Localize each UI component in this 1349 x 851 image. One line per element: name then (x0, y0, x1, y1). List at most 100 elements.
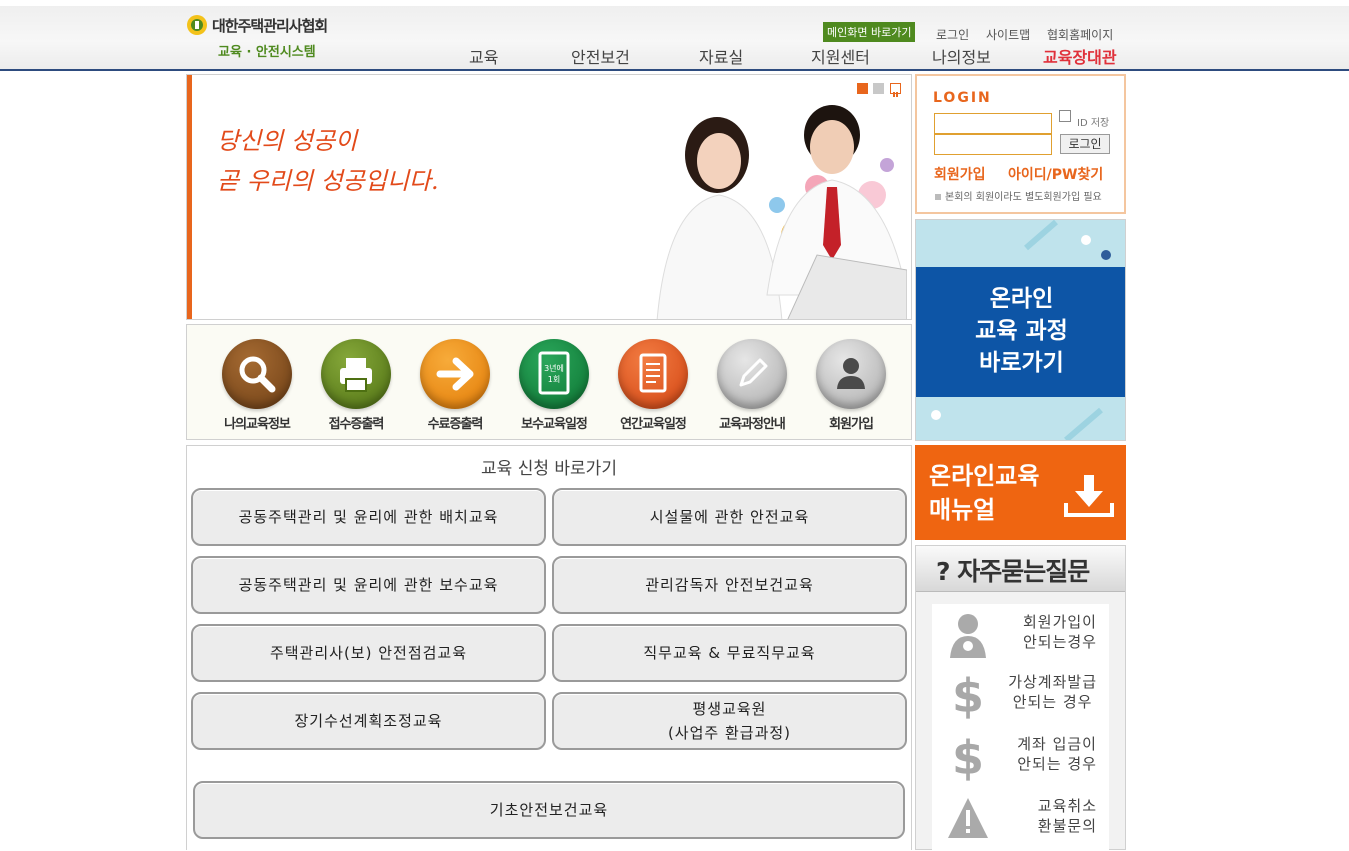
svg-text:$: $ (952, 670, 984, 720)
svg-text:1회: 1회 (548, 375, 560, 384)
quick-member-join[interactable]: 회원가입 (801, 339, 901, 432)
org-name: 대한주택관리사협회 (212, 17, 328, 35)
quick-label: 교육과정안내 (719, 417, 786, 432)
faq-item-text: 계좌 입금이 안되는 경우 (1017, 735, 1097, 773)
sitemap-link[interactable]: 사이트맵 (986, 26, 1030, 43)
faq-item-text: 가상계좌발급 안되는 경우 (1008, 673, 1097, 711)
faq-item-text: 교육취소 환불문의 (1037, 797, 1097, 835)
faq-list: 회원가입이 안되는경우 $ 가상계좌발급 안되는 경우 $ 계좌 입금이 안되는 경우… (932, 604, 1109, 851)
calendar-icon: 3년에1회 (538, 351, 570, 395)
quick-label: 접수증출력 (328, 417, 385, 432)
login-panel: LOGIN ID 저장 로그인 회원가입 아이디/PW찾기 본회의 회원이라도 … (915, 74, 1126, 214)
edu-button-safety-inspection[interactable]: 주택관리사(보) 안전점검교육 (191, 624, 546, 682)
find-id-pw-link[interactable]: 아이디/PW찾기 (1008, 164, 1103, 184)
quick-icon-circle (816, 339, 886, 409)
online-course-banner[interactable]: 온라인 교육 과정 바로가기 (915, 219, 1126, 441)
faq-title: ? 자주묻는질문 (936, 557, 1090, 586)
nav-safety-health[interactable]: 안전보건 (571, 44, 630, 68)
banner-slogan-line1: 당신의 성공이 (217, 127, 358, 155)
user-id-input[interactable] (934, 113, 1052, 134)
edu-apply-title: 교육 신청 바로가기 (481, 459, 617, 479)
quick-icon-circle: 3년에 1회 (519, 339, 589, 409)
logo-emblem-icon (187, 15, 207, 35)
quick-label: 회원가입 (829, 417, 874, 432)
quick-menu: 나의교육정보 접수증출력 수료증출력 3년에 1회 보수교육일정 연간교육일정 교… (186, 324, 912, 440)
login-note: 본회의 회원이라도 별도회원가입 필요 (935, 188, 1102, 203)
quick-icon-circle (222, 339, 292, 409)
edu-button-line2: (사업주 환급과정) (667, 724, 792, 742)
printer-icon (340, 358, 372, 392)
nav-education[interactable]: 교육 (469, 44, 498, 68)
quick-certificate-print[interactable]: 수료증출력 (405, 339, 505, 432)
download-icon (1064, 475, 1114, 517)
dollar-icon: $ (952, 670, 984, 720)
faq-item-refund[interactable]: 교육취소 환불문의 (932, 790, 1109, 846)
edu-button-facility-safety[interactable]: 시설물에 관한 안전교육 (552, 488, 907, 546)
pencil-icon (739, 358, 768, 387)
slide-pause-button[interactable] (890, 83, 901, 97)
quick-label: 보수교육일정 (521, 417, 588, 432)
login-title: LOGIN (933, 90, 992, 106)
search-icon (239, 356, 276, 393)
pause-icon (893, 92, 898, 97)
edu-apply-panel: 교육 신청 바로가기 공동주택관리 및 윤리에 관한 배치교육 시설물에 관한 … (186, 445, 912, 850)
faq-item-virtual-account[interactable]: $ 가상계좌발급 안되는 경우 (932, 666, 1109, 722)
id-save-checkbox[interactable] (1059, 110, 1071, 122)
quick-refresher-schedule[interactable]: 3년에 1회 보수교육일정 (504, 339, 604, 432)
manual-text: 온라인교육 매뉴얼 (929, 462, 1040, 524)
quick-icon-circle (717, 339, 787, 409)
edu-button-supervisor-safety[interactable]: 관리감독자 안전보건교육 (552, 556, 907, 614)
site-logo[interactable]: 대한주택관리사협회 교육 · 안전시스템 (186, 14, 386, 64)
quick-receipt-print[interactable]: 접수증출력 (306, 339, 406, 432)
nav-venue-rental[interactable]: 교육장대관 (1043, 44, 1117, 68)
quick-annual-schedule[interactable]: 연간교육일정 (603, 339, 703, 432)
nav-my-info[interactable]: 나의정보 (932, 44, 991, 68)
arrow-right-icon (436, 357, 474, 391)
person-info-icon (950, 614, 986, 658)
banner-slogan-line2: 곧 우리의 성공입니다. (217, 167, 439, 195)
main-page-link[interactable]: 메인화면 바로가기 (823, 22, 916, 42)
svg-text:3년에: 3년에 (544, 363, 564, 373)
quick-label: 수료증출력 (427, 417, 484, 432)
quick-my-edu-info[interactable]: 나의교육정보 (207, 339, 307, 432)
quick-icon-circle (618, 339, 688, 409)
faq-item-join[interactable]: 회원가입이 안되는경우 (932, 606, 1109, 662)
header: 대한주택관리사협회 교육 · 안전시스템 메인화면 바로가기 로그인 사이트맵 … (0, 0, 1349, 71)
banner-illustration (656, 105, 907, 319)
faq-item-deposit[interactable]: $ 계좌 입금이 안되는 경우 (932, 728, 1109, 784)
id-save-label: ID 저장 (1077, 118, 1110, 129)
login-button[interactable]: 로그인 (1060, 134, 1110, 154)
banner-accent-bar (187, 75, 192, 319)
online-course-text: 온라인 교육 과정 바로가기 (916, 267, 1125, 397)
edu-button-placement[interactable]: 공동주택관리 및 윤리에 관한 배치교육 (191, 488, 546, 546)
slide-indicator-2[interactable] (873, 83, 884, 94)
warning-icon (948, 798, 988, 838)
login-link[interactable]: 로그인 (936, 26, 969, 43)
edu-button-long-term-repair[interactable]: 장기수선계획조정교육 (191, 692, 546, 750)
system-name: 교육 · 안전시스템 (218, 45, 316, 60)
edu-button-lifelong-education[interactable]: 평생교육원 (사업주 환급과정) (552, 692, 907, 750)
nav-archive[interactable]: 자료실 (699, 44, 743, 68)
quick-course-guide[interactable]: 교육과정안내 (702, 339, 802, 432)
quick-label: 나의교육정보 (224, 417, 291, 432)
svg-text:$: $ (952, 732, 984, 782)
slide-indicator-1[interactable] (857, 83, 868, 94)
quick-icon-circle (420, 339, 490, 409)
password-input[interactable] (934, 134, 1052, 155)
edu-button-line1: 평생교육원 (692, 700, 767, 718)
edu-button-refresher[interactable]: 공동주택관리 및 윤리에 관한 보수교육 (191, 556, 546, 614)
edu-button-job-training[interactable]: 직무교육 & 무료직무교육 (552, 624, 907, 682)
bullet-icon (935, 194, 941, 200)
faq-item-text: 회원가입이 안되는경우 (1022, 613, 1097, 651)
join-link[interactable]: 회원가입 (934, 164, 986, 184)
faq-panel: ? 자주묻는질문 회원가입이 안되는경우 $ 가상계좌발급 안되는 경우 $ 계좌 … (915, 545, 1126, 851)
association-homepage-link[interactable]: 협회홈페이지 (1047, 26, 1113, 43)
edu-button-basic-safety[interactable]: 기초안전보건교육 (193, 781, 905, 839)
online-manual-banner[interactable]: 온라인교육 매뉴얼 (915, 445, 1126, 540)
quick-icon-circle (321, 339, 391, 409)
faq-header: ? 자주묻는질문 (916, 546, 1125, 592)
person-icon (837, 358, 865, 389)
nav-support-center[interactable]: 지원센터 (811, 44, 870, 68)
quick-label: 연간교육일정 (620, 417, 687, 432)
main-banner[interactable]: 당신의 성공이 곧 우리의 성공입니다. (186, 74, 912, 320)
